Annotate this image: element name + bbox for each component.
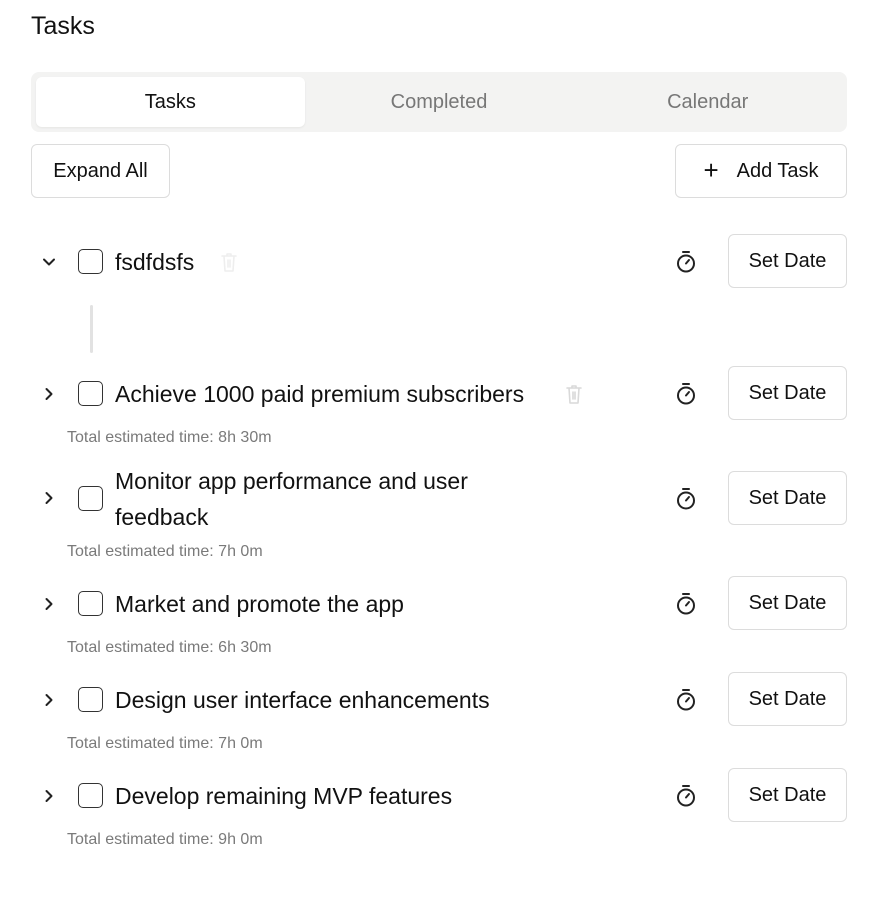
task-title: Design user interface enhancements (115, 687, 490, 713)
set-date-label: Set Date (748, 249, 827, 272)
chevron-down-icon[interactable] (38, 251, 60, 273)
timer-icon[interactable] (675, 688, 697, 712)
tasks-page: Tasks Tasks Completed Calendar Expand Al… (0, 0, 892, 907)
task-title: Achieve 1000 paid premium subscribers (115, 381, 525, 407)
task-checkbox[interactable] (78, 249, 103, 274)
task-row: Monitor app performance and user feedbac… (0, 463, 892, 537)
set-date-button[interactable]: Set Date (728, 672, 847, 726)
estimated-time: Total estimated time: 6h 30m (67, 639, 272, 656)
set-date-button[interactable]: Set Date (728, 366, 847, 420)
task-row: fsdfdsfs Set Date (0, 234, 892, 290)
set-date-button[interactable]: Set Date (728, 768, 847, 822)
task-row: Market and promote the app Set Date (0, 576, 892, 632)
expand-all-label: Expand All (53, 159, 148, 182)
task-row: Achieve 1000 paid premium subscribers Se… (0, 366, 892, 422)
estimated-time: Total estimated time: 7h 0m (67, 735, 263, 752)
task-checkbox[interactable] (78, 783, 103, 808)
timer-icon[interactable] (675, 250, 697, 274)
task-title: Market and promote the app (115, 591, 404, 617)
set-date-button[interactable]: Set Date (728, 471, 847, 525)
task-title-line-2: feedback (115, 504, 209, 530)
estimated-time: Total estimated time: 9h 0m (67, 831, 263, 848)
tab-calendar[interactable]: Calendar (573, 77, 842, 127)
task-row: Design user interface enhancements Set D… (0, 672, 892, 728)
chevron-right-icon[interactable] (38, 383, 60, 405)
tab-tasks[interactable]: Tasks (36, 77, 305, 127)
chevron-right-icon[interactable] (38, 593, 60, 615)
task-title-line-1: Monitor app performance and user (115, 468, 468, 494)
timer-icon[interactable] (675, 592, 697, 616)
estimated-time: Total estimated time: 7h 0m (67, 543, 263, 560)
task-checkbox[interactable] (78, 687, 103, 712)
trash-icon[interactable] (219, 251, 239, 273)
tab-completed[interactable]: Completed (305, 77, 574, 127)
task-row: Develop remaining MVP features Set Date (0, 768, 892, 824)
timer-icon[interactable] (675, 487, 697, 511)
task-checkbox[interactable] (78, 486, 103, 511)
task-checkbox[interactable] (78, 381, 103, 406)
task-title: Develop remaining MVP features (115, 783, 453, 809)
subtask-guide-line (90, 305, 93, 353)
set-date-label: Set Date (748, 591, 827, 614)
set-date-label: Set Date (748, 381, 827, 404)
set-date-button[interactable]: Set Date (728, 234, 847, 288)
expand-all-button[interactable]: Expand All (31, 144, 170, 198)
page-title: Tasks (31, 12, 95, 40)
add-task-button[interactable]: + Add Task (675, 144, 847, 198)
chevron-right-icon[interactable] (38, 785, 60, 807)
set-date-label: Set Date (748, 687, 827, 710)
timer-icon[interactable] (675, 784, 697, 808)
chevron-right-icon[interactable] (38, 487, 60, 509)
timer-icon[interactable] (675, 382, 697, 406)
tab-bar: Tasks Completed Calendar (31, 72, 847, 132)
add-task-label: Add Task (736, 159, 819, 182)
set-date-label: Set Date (748, 783, 827, 806)
trash-icon[interactable] (564, 383, 584, 405)
estimated-time: Total estimated time: 8h 30m (67, 429, 272, 446)
set-date-label: Set Date (748, 486, 827, 509)
chevron-right-icon[interactable] (38, 689, 60, 711)
task-checkbox[interactable] (78, 591, 103, 616)
plus-icon: + (703, 154, 719, 185)
set-date-button[interactable]: Set Date (728, 576, 847, 630)
task-title: fsdfdsfs (115, 249, 195, 275)
